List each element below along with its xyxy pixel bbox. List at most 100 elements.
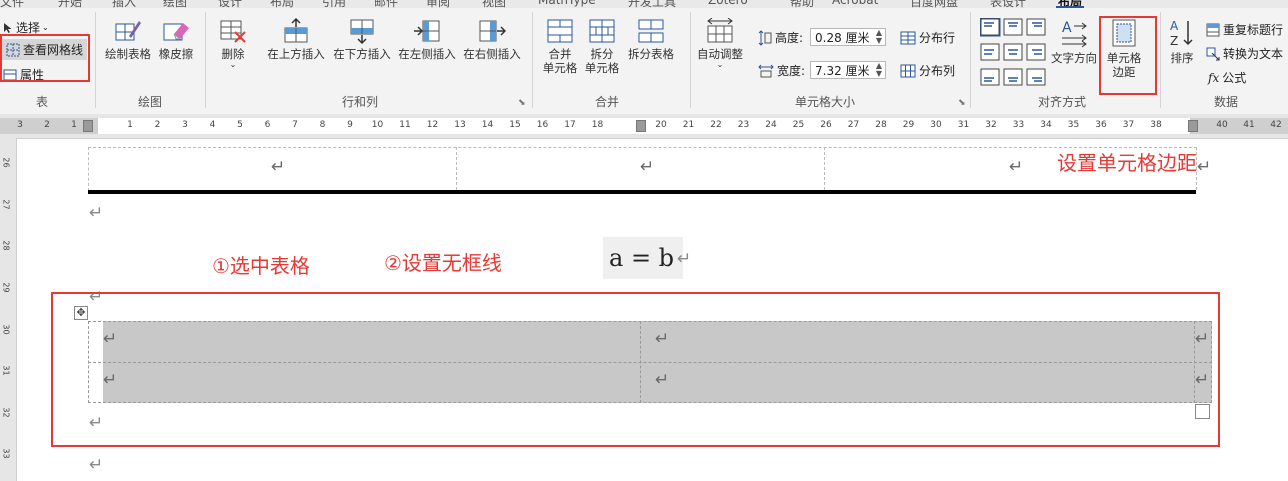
column-marker-icon[interactable] bbox=[83, 120, 93, 132]
ruler-number: 10 bbox=[371, 120, 384, 130]
ruler-number: 35 bbox=[1067, 120, 1080, 130]
align-cells-icon[interactable] bbox=[979, 17, 1046, 88]
insert-left-button[interactable]: 在左侧插入 bbox=[395, 18, 459, 61]
tab-14[interactable]: Acrobat bbox=[832, 0, 878, 7]
sort-label: 排序 bbox=[1170, 51, 1194, 65]
ruler-number: 28 bbox=[875, 120, 887, 130]
highlight-cell-margins bbox=[1099, 16, 1157, 95]
ribbon: 文件 开始 插入 绘图 设计 布局 引用 邮件 审阅 视图 MathType 开发工具 Zotero 帮助… bbox=[0, 0, 1288, 115]
tab-9[interactable]: 视图 bbox=[482, 0, 506, 8]
tab-5[interactable]: 布局 bbox=[270, 0, 294, 8]
ruler-number: 41 bbox=[1243, 120, 1255, 130]
paragraph-mark: ↵ bbox=[89, 203, 104, 223]
insert-above-button[interactable]: 在上方插入 bbox=[264, 18, 328, 61]
equation-text: a = b bbox=[609, 244, 675, 272]
merge-cells-label-1: 合并 bbox=[548, 47, 572, 61]
tab-8[interactable]: 审阅 bbox=[426, 0, 450, 8]
ruler-number: 29 bbox=[902, 120, 915, 130]
ruler-number: 27 bbox=[1, 199, 11, 210]
ruler-number: 24 bbox=[765, 120, 777, 130]
distribute-cols-button[interactable]: 分布列 bbox=[900, 62, 955, 79]
ruler-number: 6 bbox=[264, 120, 271, 130]
column-marker-icon[interactable] bbox=[636, 120, 646, 132]
autofit-icon bbox=[707, 18, 733, 43]
split-cells-label-2: 单元格 bbox=[584, 61, 620, 75]
height-input[interactable]: 0.28 厘米 ▲ ▼ bbox=[810, 28, 886, 46]
ruler-number: 42 bbox=[1270, 120, 1282, 130]
ruler-number: 32 bbox=[985, 120, 997, 130]
alignment-grid bbox=[979, 17, 1046, 88]
insert-below-icon bbox=[350, 19, 374, 44]
ruler-number: 3 bbox=[17, 120, 23, 130]
formula-button[interactable]: fx 公式 bbox=[1208, 69, 1246, 86]
split-table-button[interactable]: 拆分表格 bbox=[624, 18, 678, 61]
merge-cells-icon bbox=[547, 19, 573, 43]
sort-button[interactable]: AZ 排序 bbox=[1164, 18, 1200, 65]
distribute-cols-icon bbox=[900, 64, 916, 77]
eraser-button[interactable]: 橡皮擦 bbox=[156, 18, 196, 61]
ruler-number: 12 bbox=[426, 120, 439, 130]
distribute-rows-button[interactable]: 分布行 bbox=[900, 29, 955, 46]
repeat-header-button[interactable]: 重复标题行 bbox=[1206, 21, 1283, 38]
tab-12[interactable]: Zotero bbox=[708, 0, 748, 7]
insert-left-icon bbox=[414, 20, 440, 42]
ruler-number: 13 bbox=[454, 120, 466, 130]
delete-label: 删除 bbox=[221, 47, 245, 61]
split-table-icon bbox=[638, 19, 664, 43]
spinner-arrows-icon[interactable]: ▲ ▼ bbox=[876, 62, 882, 78]
tab-6[interactable]: 引用 bbox=[322, 0, 346, 8]
eraser-label: 橡皮擦 bbox=[158, 47, 194, 61]
chevron-down-icon: ⌄ bbox=[42, 23, 49, 32]
width-input[interactable]: 7.32 厘米 ▲ ▼ bbox=[810, 61, 886, 79]
ruler-number: 5 bbox=[237, 120, 243, 130]
ruler-number: 34 bbox=[1040, 120, 1052, 130]
chevron-down-icon: ⌄ bbox=[229, 60, 237, 69]
spinner-arrows-icon[interactable]: ▲ ▼ bbox=[876, 29, 882, 45]
group-label-table: 表 bbox=[35, 95, 48, 109]
autofit-label: 自动调整 bbox=[697, 47, 743, 61]
ruler-number: 31 bbox=[1, 365, 11, 376]
draw-table-label: 绘制表格 bbox=[105, 47, 151, 61]
tab-15[interactable]: 百度网盘 bbox=[910, 0, 958, 8]
chevron-down-icon: ⌄ bbox=[716, 60, 724, 69]
dialog-launcher-icon[interactable]: ⬊ bbox=[518, 98, 526, 108]
vertical-ruler[interactable]: 26 27 28 29 30 31 32 33 bbox=[0, 138, 17, 481]
tab-13[interactable]: 帮助 bbox=[790, 0, 814, 8]
tab-11[interactable]: 开发工具 bbox=[628, 0, 676, 8]
tab-7[interactable]: 邮件 bbox=[374, 0, 398, 8]
delete-button[interactable]: 删除 ⌄ bbox=[213, 18, 253, 69]
group-label-cell-size: 单元格大小 bbox=[794, 95, 855, 109]
column-marker-icon[interactable] bbox=[1188, 120, 1198, 132]
ruler-number: 26 bbox=[820, 120, 832, 130]
split-cells-icon bbox=[589, 19, 615, 43]
ruler-number: 1 bbox=[71, 120, 77, 130]
tab-2[interactable]: 插入 bbox=[112, 0, 136, 8]
horizontal-ruler[interactable]: 3 2 1 1 2 3 4 5 6 7 8 9 10 11 12 13 14 15 16 17 18 20 21 22 23 24… bbox=[0, 114, 1288, 139]
insert-right-button[interactable]: 在右侧插入 bbox=[460, 18, 524, 61]
insert-below-button[interactable]: 在下方插入 bbox=[330, 18, 394, 61]
tab-4[interactable]: 设计 bbox=[218, 0, 242, 8]
tab-16[interactable]: 表设计 bbox=[990, 0, 1026, 8]
ruler-number: 27 bbox=[847, 120, 860, 130]
convert-to-text-button[interactable]: 转换为文本 bbox=[1206, 45, 1283, 62]
ruler-number: 17 bbox=[564, 120, 576, 130]
autofit-button[interactable]: 自动调整 ⌄ bbox=[694, 18, 746, 69]
draw-table-button[interactable]: 绘制表格 bbox=[104, 18, 152, 61]
ruler-number: 40 bbox=[1216, 120, 1228, 130]
merge-cells-button[interactable]: 合并 单元格 bbox=[540, 18, 580, 75]
annotation-step1: ①选中表格 bbox=[212, 254, 310, 278]
distribute-cols-label: 分布列 bbox=[919, 64, 956, 78]
document-canvas[interactable]: ↵ ↵ ↵ ↵ ↵ a = b ↵ 设置单元格边距 ①选中表格 ②设置无框线 ↵… bbox=[17, 139, 1288, 481]
tab-3[interactable]: 绘图 bbox=[163, 0, 187, 8]
text-direction-button[interactable]: A 文字方向 bbox=[1048, 18, 1100, 65]
split-table-label: 拆分表格 bbox=[628, 47, 674, 61]
split-cells-button[interactable]: 拆分 单元格 bbox=[582, 18, 622, 75]
group-label-alignment: 对齐方式 bbox=[1037, 95, 1086, 109]
tab-1[interactable]: 开始 bbox=[58, 0, 82, 8]
svg-text:A: A bbox=[1170, 19, 1179, 33]
dialog-launcher-icon[interactable]: ⬊ bbox=[958, 98, 966, 108]
tab-0[interactable]: 文件 bbox=[0, 0, 24, 8]
ruler-number: 38 bbox=[1150, 120, 1162, 130]
text-direction-label: 文字方向 bbox=[1051, 51, 1097, 65]
tab-10[interactable]: MathType bbox=[538, 0, 596, 7]
